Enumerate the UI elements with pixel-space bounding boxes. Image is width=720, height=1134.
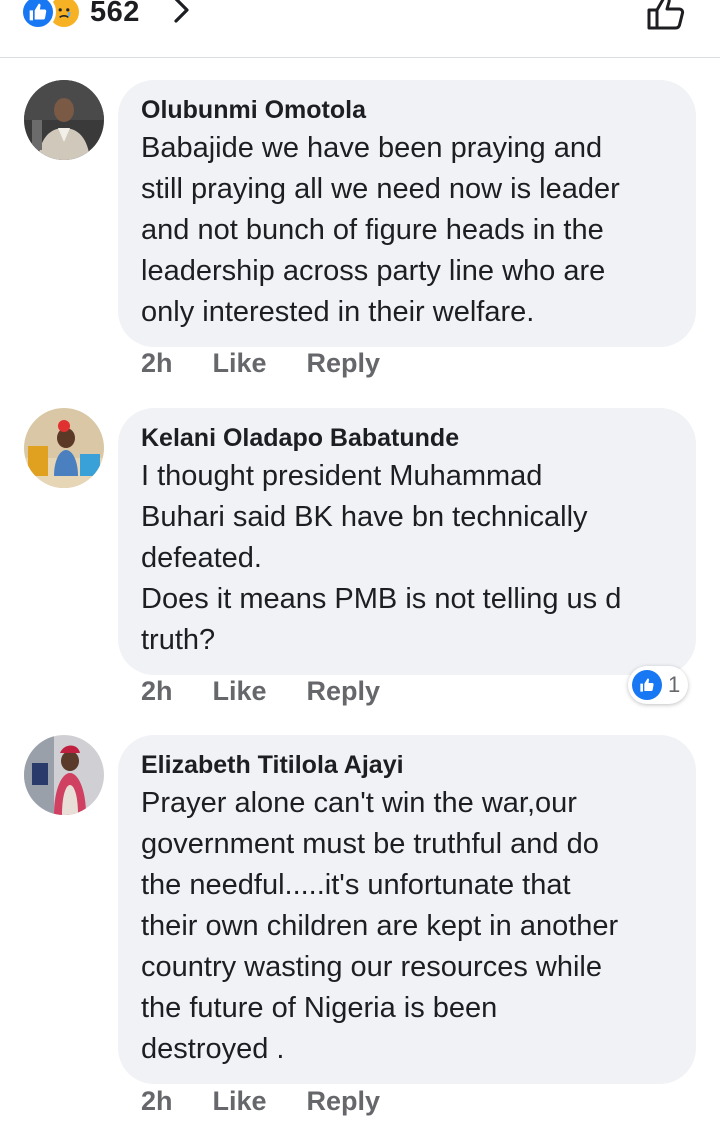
reaction-summary-bar: 562 xyxy=(0,0,720,58)
reaction-summary[interactable]: 562 xyxy=(20,0,140,32)
reply-link[interactable]: Reply xyxy=(307,1086,381,1117)
reaction-count: 562 xyxy=(90,0,140,28)
avatar[interactable] xyxy=(24,408,104,488)
like-link[interactable]: Like xyxy=(213,1086,267,1117)
avatar[interactable] xyxy=(24,735,104,815)
comment-text: I thought president Muhammad Buhari said… xyxy=(141,460,622,656)
comment-timestamp[interactable]: 2h xyxy=(141,676,173,707)
comment-bubble: Olubunmi Omotola Babajide we have been p… xyxy=(118,80,696,347)
comment-bubble: Kelani Oladapo Babatunde I thought presi… xyxy=(118,408,696,675)
comment-reaction-count: 1 xyxy=(668,672,681,697)
comment-actions: 2h Like Reply xyxy=(141,1086,380,1117)
reply-link[interactable]: Reply xyxy=(307,348,381,379)
comment-actions: 2h Like Reply xyxy=(141,676,380,707)
like-link[interactable]: Like xyxy=(213,348,267,379)
avatar[interactable] xyxy=(24,80,104,160)
comment-timestamp[interactable]: 2h xyxy=(141,1086,173,1117)
like-button-icon[interactable] xyxy=(644,0,692,32)
chevron-right-icon[interactable] xyxy=(168,0,194,24)
comment-timestamp[interactable]: 2h xyxy=(141,348,173,379)
comment-reaction-badge[interactable]: 1 xyxy=(628,666,689,704)
comment-actions: 2h Like Reply xyxy=(141,348,380,379)
comment-author[interactable]: Olubunmi Omotola xyxy=(141,94,672,126)
comment-text: Babajide we have been praying and still … xyxy=(141,132,620,328)
reply-link[interactable]: Reply xyxy=(307,676,381,707)
comment-author[interactable]: Elizabeth Titilola Ajayi xyxy=(141,749,672,781)
like-icon xyxy=(632,670,662,700)
like-link[interactable]: Like xyxy=(213,676,267,707)
comment-author[interactable]: Kelani Oladapo Babatunde xyxy=(141,422,672,454)
like-icon xyxy=(20,0,56,30)
comment-bubble: Elizabeth Titilola Ajayi Prayer alone ca… xyxy=(118,735,696,1084)
comment-text: Prayer alone can't win the war,our gover… xyxy=(141,787,619,1065)
